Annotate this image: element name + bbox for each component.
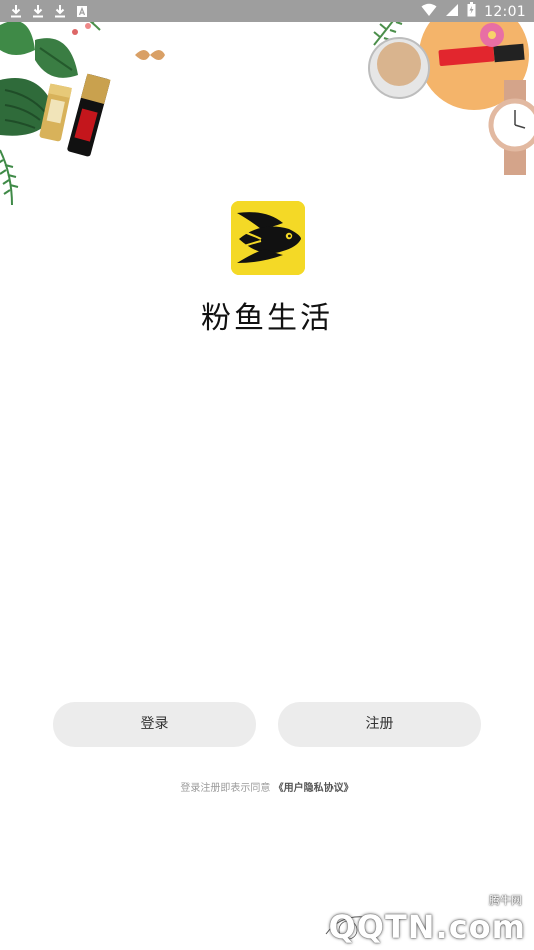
download-icon	[10, 3, 22, 18]
font-icon	[76, 3, 88, 17]
notification-icons	[10, 3, 88, 18]
status-time: 12:01	[484, 3, 526, 20]
watermark-site-name: 腾牛网	[489, 894, 522, 907]
app-title: 粉鱼生活	[201, 301, 333, 336]
download-icon	[54, 3, 66, 18]
wifi-icon	[421, 3, 437, 21]
status-bar: 12:01	[0, 0, 534, 22]
decor-cosmetics-watch-illustration	[368, 0, 534, 175]
register-button[interactable]: 注册	[278, 702, 481, 747]
privacy-agreement-link[interactable]: 《用户隐私协议》	[274, 783, 354, 794]
fish-logo-icon	[231, 201, 305, 275]
agreement-notice: 登录注册即表示同意 《用户隐私协议》	[0, 780, 534, 798]
signal-icon	[445, 3, 459, 21]
battery-icon	[467, 2, 476, 21]
login-button[interactable]: 登录	[53, 702, 256, 747]
login-screen: 12:01 粉鱼生活 登录 注册 登录注册即表示同意 《用户隐私协议》 腾牛网 …	[0, 0, 534, 950]
qqtn-watermark: 腾牛网 QQTN.com	[314, 890, 534, 950]
agreement-text: 登录注册即表示同意	[180, 783, 271, 794]
system-icons: 12:01	[421, 2, 526, 21]
watermark-domain: QQTN.com	[328, 908, 526, 946]
download-icon	[32, 3, 44, 18]
decor-leaves-lipstick-illustration	[0, 0, 165, 206]
